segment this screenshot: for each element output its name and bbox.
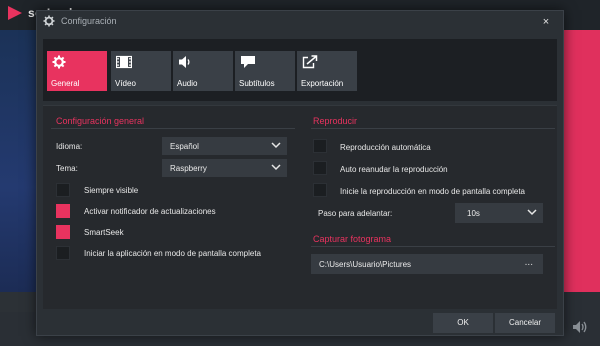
tab-general[interactable]: General xyxy=(47,51,107,91)
tab-export[interactable]: Exportación xyxy=(297,51,357,91)
volume-icon[interactable] xyxy=(572,320,588,334)
start-fullscreen-label: Iniciar la aplicación en modo de pantall… xyxy=(84,249,261,258)
speaker-icon xyxy=(178,55,192,69)
section-divider xyxy=(51,128,295,129)
seek-step-label: Paso para adelantar: xyxy=(318,209,393,218)
settings-dialog: Configuración × General Vídeo Audio Subt… xyxy=(36,10,564,336)
language-value: Español xyxy=(170,142,199,151)
ok-button[interactable]: OK xyxy=(433,313,493,333)
export-icon xyxy=(302,55,318,69)
tab-label: General xyxy=(51,79,80,88)
theme-value: Raspberry xyxy=(170,164,207,173)
gear-icon xyxy=(43,15,55,27)
app-bottom-strip xyxy=(0,292,36,312)
screenshot-path: C:\Users\Usuario\Pictures xyxy=(319,260,412,269)
language-label: Idioma: xyxy=(56,142,83,151)
section-divider xyxy=(311,128,555,129)
chevron-down-icon xyxy=(271,141,281,150)
tab-label: Audio xyxy=(177,79,198,88)
gear-icon xyxy=(52,55,66,69)
speech-bubble-icon xyxy=(240,55,255,69)
film-icon xyxy=(115,55,133,69)
smartseek-checkbox[interactable] xyxy=(56,225,70,239)
update-notifier-checkbox[interactable] xyxy=(56,204,70,218)
smartseek-label: SmartSeek xyxy=(84,228,124,237)
seek-step-select[interactable]: 10s xyxy=(455,203,543,223)
update-notifier-label: Activar notificador de actualizaciones xyxy=(84,207,216,216)
chevron-down-icon xyxy=(527,208,537,217)
app-right-panel xyxy=(564,30,600,292)
dialog-footer: OK Cancelar xyxy=(37,311,563,337)
section-heading-playback: Reproducir xyxy=(313,116,358,126)
theme-select[interactable]: Raspberry xyxy=(162,159,287,177)
tab-audio[interactable]: Audio xyxy=(173,51,233,91)
dialog-titlebar: Configuración × xyxy=(37,11,563,33)
tab-label: Vídeo xyxy=(115,79,136,88)
auto-resume-checkbox[interactable] xyxy=(313,161,327,175)
section-heading-general: Configuración general xyxy=(56,116,145,126)
theme-label: Tema: xyxy=(56,164,78,173)
start-fullscreen-checkbox[interactable] xyxy=(56,246,70,260)
fullscreen-playback-checkbox[interactable] xyxy=(313,183,327,197)
autoplay-checkbox[interactable] xyxy=(313,139,327,153)
seek-step-value: 10s xyxy=(467,209,480,218)
logo-play-icon xyxy=(8,6,22,20)
general-panel: Configuración general Idioma: Español Te… xyxy=(43,105,557,309)
tab-label: Exportación xyxy=(301,79,344,88)
browse-button[interactable]: ... xyxy=(525,257,533,268)
always-on-top-label: Siempre visible xyxy=(84,186,139,195)
language-select[interactable]: Español xyxy=(162,137,287,155)
dialog-title: Configuración xyxy=(61,16,117,26)
tab-bar: General Vídeo Audio Subtítulos Exportaci… xyxy=(43,39,557,101)
chevron-down-icon xyxy=(271,163,281,172)
close-button[interactable]: × xyxy=(537,13,555,31)
section-heading-screenshot: Capturar fotograma xyxy=(313,234,392,244)
close-icon: × xyxy=(542,16,550,28)
always-on-top-checkbox[interactable] xyxy=(56,183,70,197)
screenshot-path-field[interactable]: C:\Users\Usuario\Pictures ... xyxy=(311,254,543,274)
tab-video[interactable]: Vídeo xyxy=(111,51,171,91)
auto-resume-label: Auto reanudar la reproducción xyxy=(340,165,448,174)
tab-label: Subtítulos xyxy=(239,79,275,88)
section-divider xyxy=(311,246,555,247)
tab-subtitles[interactable]: Subtítulos xyxy=(235,51,295,91)
app-left-panel xyxy=(0,30,36,292)
autoplay-label: Reproducción automática xyxy=(340,143,431,152)
cancel-button[interactable]: Cancelar xyxy=(495,313,555,333)
fullscreen-playback-label: Inicie la reproducción en modo de pantal… xyxy=(340,187,526,196)
